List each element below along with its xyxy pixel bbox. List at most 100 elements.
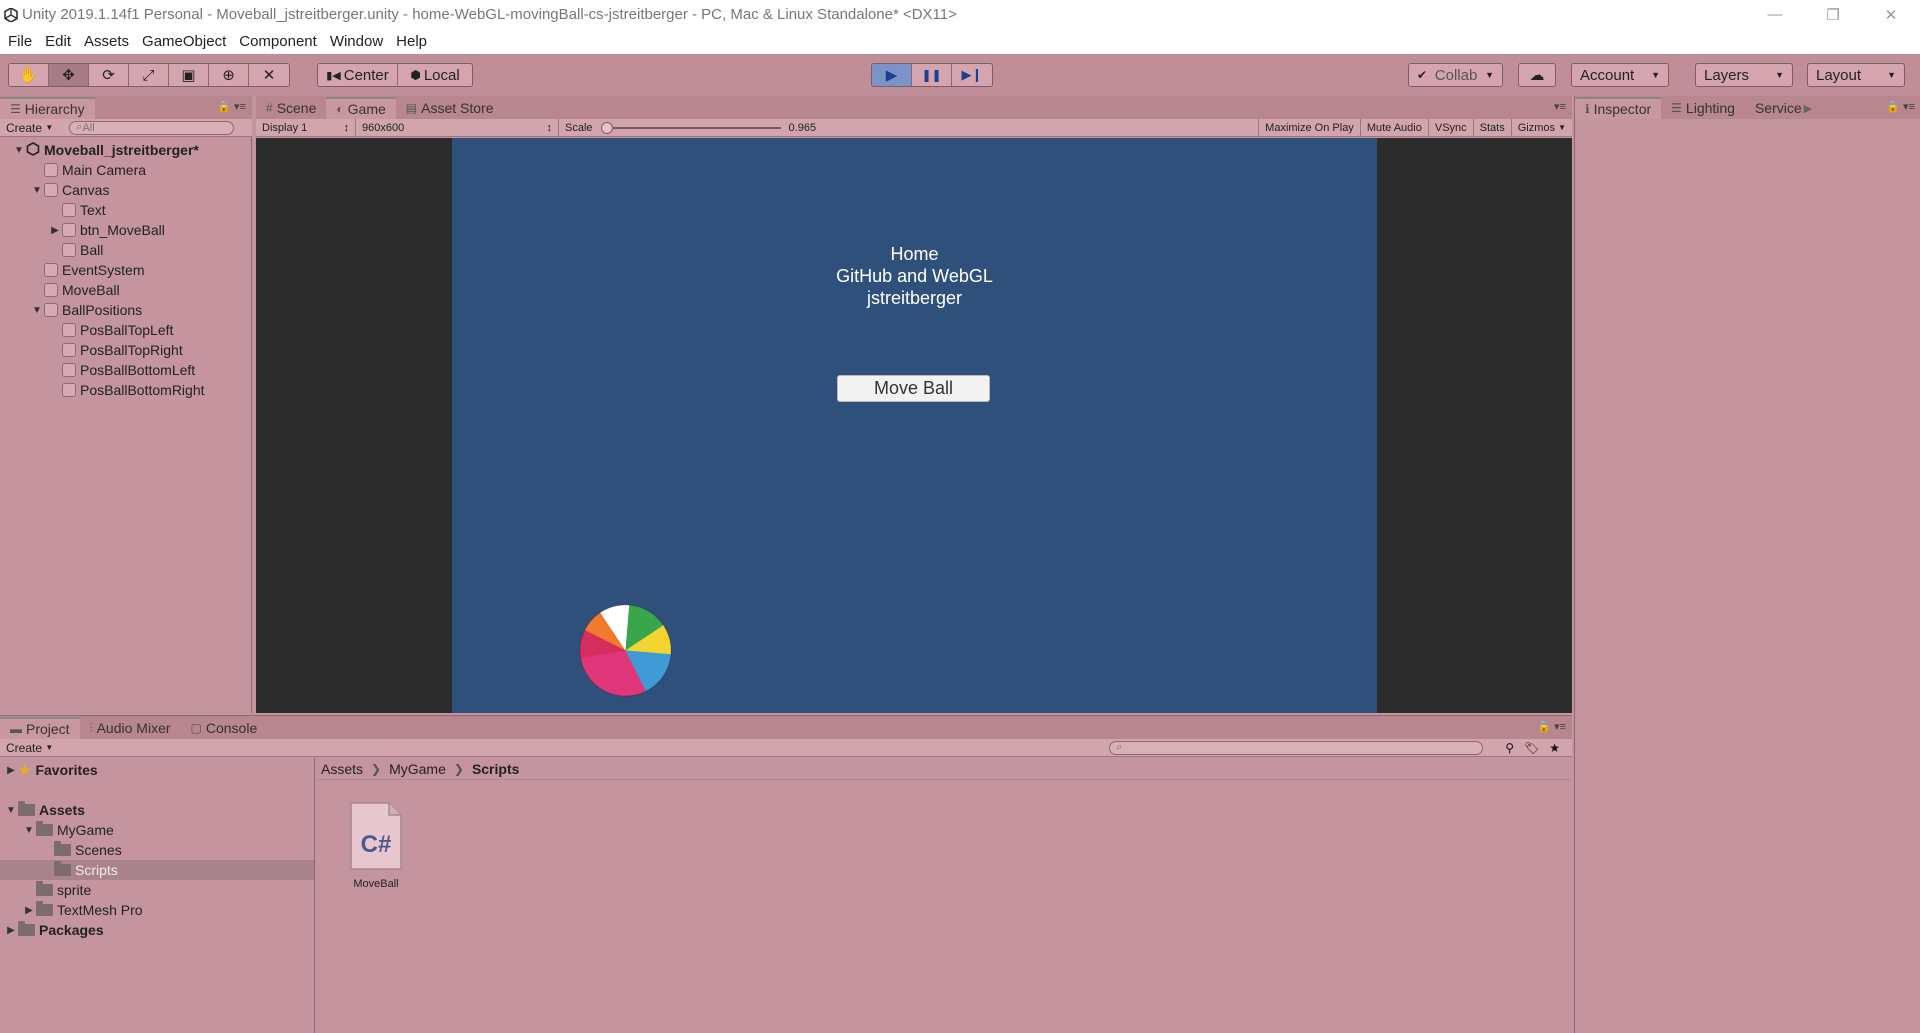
hierarchy-item[interactable]: PosBallTopRight: [0, 340, 252, 360]
collapse-arrow-icon[interactable]: ▶: [48, 225, 62, 236]
scene-root-item[interactable]: ▼ Moveball_jstreitberger*: [0, 140, 252, 160]
hierarchy-item[interactable]: ▶ btn_MoveBall: [0, 220, 252, 240]
project-create-dropdown[interactable]: Create ▼: [0, 741, 59, 755]
project-folder-item[interactable]: ▶ TextMesh Pro: [0, 900, 314, 920]
hierarchy-item[interactable]: PosBallTopLeft: [0, 320, 252, 340]
hierarchy-item[interactable]: MoveBall: [0, 280, 252, 300]
expand-arrow-icon[interactable]: ▼: [22, 825, 36, 836]
collab-dropdown[interactable]: ✔ Collab ▼: [1408, 63, 1503, 87]
display-dropdown[interactable]: Display 1 ↕: [256, 118, 356, 137]
tab-asset-store[interactable]: ▤ Asset Store: [396, 97, 504, 119]
hierarchy-panel: ☰ Hierarchy 🔒 ▾≡ Create ▼ ⌕ All ▼ Moveball…: [0, 96, 252, 713]
hierarchy-item[interactable]: Main Camera: [0, 160, 252, 180]
menu-edit[interactable]: Edit: [45, 33, 71, 50]
tab-project[interactable]: ▬ Project: [0, 717, 80, 739]
tab-console[interactable]: ▢ Console: [181, 717, 268, 739]
breadcrumb-assets[interactable]: Assets: [321, 761, 363, 777]
tab-hierarchy[interactable]: ☰ Hierarchy: [0, 97, 95, 119]
project-folder-item[interactable]: Scripts: [0, 860, 314, 880]
asset-label: MoveBall: [353, 878, 399, 890]
updown-arrow-icon: ↕: [343, 121, 350, 134]
move-ball-button[interactable]: Move Ball: [837, 375, 990, 402]
project-folder-item[interactable]: ▼ MyGame: [0, 820, 314, 840]
chevron-right-icon[interactable]: ▶: [1804, 102, 1812, 115]
cloud-button[interactable]: ☁: [1518, 63, 1556, 87]
hierarchy-item[interactable]: Ball: [0, 240, 252, 260]
asset-moveball[interactable]: C# MoveBall: [336, 801, 416, 890]
hierarchy-item[interactable]: ▼ Canvas: [0, 180, 252, 200]
project-folder-item[interactable]: ▼ Assets: [0, 800, 314, 820]
hand-tool-button[interactable]: ✋: [9, 64, 49, 86]
tab-scene[interactable]: # Scene: [256, 97, 326, 119]
collapse-arrow-icon[interactable]: ▶: [4, 765, 18, 776]
layers-dropdown[interactable]: Layers ▼: [1695, 63, 1793, 87]
layout-dropdown[interactable]: Layout ▼: [1807, 63, 1905, 87]
menu-file[interactable]: File: [8, 33, 32, 50]
menu-gameobject[interactable]: GameObject: [142, 33, 226, 50]
panel-menu-icon[interactable]: ▾≡: [1554, 100, 1566, 113]
tab-inspector[interactable]: ℹ Inspector: [1575, 97, 1662, 119]
menu-component[interactable]: Component: [239, 33, 317, 50]
project-search-input[interactable]: ⌕: [1109, 740, 1484, 755]
rotate-tool-button[interactable]: ⟳: [89, 64, 129, 86]
vsync-toggle[interactable]: VSync: [1429, 118, 1474, 137]
rect-icon: ▣: [181, 67, 196, 84]
step-button[interactable]: ▶❙: [952, 64, 992, 86]
favorite-star-icon[interactable]: ★: [1549, 741, 1560, 755]
mute-audio-toggle[interactable]: Mute Audio: [1361, 118, 1429, 137]
hierarchy-search-input[interactable]: ⌕ All: [69, 120, 235, 135]
expand-arrow-icon[interactable]: ▼: [4, 805, 18, 816]
minimize-button[interactable]: —: [1746, 0, 1804, 29]
project-folder-item[interactable]: Scenes: [0, 840, 314, 860]
rotate-icon: ⟳: [102, 67, 115, 84]
project-folder-item[interactable]: ▶ ★ Favorites: [0, 760, 314, 780]
project-folder-item[interactable]: ▶ Packages: [0, 920, 314, 940]
breadcrumb-mygame[interactable]: MyGame: [389, 761, 446, 777]
tab-game[interactable]: ◐ Game: [326, 97, 396, 119]
hierarchy-item[interactable]: Text: [0, 200, 252, 220]
local-button[interactable]: ⬢ Local: [398, 64, 472, 86]
custom-tool-button[interactable]: ✕: [249, 64, 289, 86]
play-button[interactable]: ▶: [872, 64, 912, 86]
slider-knob[interactable]: [600, 121, 613, 134]
tab-audio-mixer[interactable]: ⫶ Audio Mixer: [80, 717, 181, 739]
move-tool-button[interactable]: ✥: [49, 64, 89, 86]
scale-tool-button[interactable]: ⤢: [129, 64, 169, 86]
account-dropdown[interactable]: Account ▼: [1571, 63, 1669, 87]
expand-arrow-icon[interactable]: ▼: [12, 145, 26, 156]
menu-help[interactable]: Help: [396, 33, 427, 50]
project-folder-item[interactable]: sprite: [0, 880, 314, 900]
breadcrumb-scripts[interactable]: Scripts: [472, 761, 519, 777]
filter-by-type-icon[interactable]: ⚲: [1505, 741, 1514, 755]
lock-icon[interactable]: 🔒 ▾≡: [1537, 720, 1566, 733]
hierarchy-item-label: Ball: [80, 242, 104, 258]
hierarchy-item[interactable]: EventSystem: [0, 260, 252, 280]
lock-icon[interactable]: 🔒 ▾≡: [1886, 100, 1915, 113]
lock-icon[interactable]: 🔒 ▾≡: [217, 100, 246, 113]
stats-toggle[interactable]: Stats: [1474, 118, 1512, 137]
maximize-on-play-toggle[interactable]: Maximize On Play: [1258, 118, 1361, 137]
collapse-arrow-icon[interactable]: ▶: [22, 905, 36, 916]
hierarchy-item[interactable]: PosBallBottomLeft: [0, 360, 252, 380]
folder-icon: [54, 861, 71, 876]
menu-assets[interactable]: Assets: [84, 33, 129, 50]
transform-tool-button[interactable]: ⊕: [209, 64, 249, 86]
expand-arrow-icon[interactable]: ▼: [30, 305, 44, 316]
scale-slider[interactable]: [600, 121, 781, 134]
hierarchy-item[interactable]: PosBallBottomRight: [0, 380, 252, 400]
menu-window[interactable]: Window: [330, 33, 383, 50]
expand-arrow-icon[interactable]: ▼: [30, 185, 44, 196]
pause-button[interactable]: ❚❚: [912, 64, 952, 86]
tab-services[interactable]: Service ▶: [1745, 97, 1814, 119]
create-dropdown[interactable]: Create ▼: [0, 121, 59, 135]
center-button[interactable]: ▮◀ Center: [318, 64, 398, 86]
tab-lighting[interactable]: ☰ Lighting: [1661, 97, 1745, 119]
resolution-dropdown[interactable]: 960x600 ↕: [356, 118, 559, 137]
restore-button[interactable]: ❐: [1804, 0, 1862, 29]
filter-by-label-icon[interactable]: 🏷: [1524, 741, 1539, 755]
gizmos-dropdown[interactable]: Gizmos ▼: [1512, 119, 1572, 137]
close-button[interactable]: ✕: [1862, 0, 1920, 29]
collapse-arrow-icon[interactable]: ▶: [4, 925, 18, 936]
hierarchy-item[interactable]: ▼ BallPositions: [0, 300, 252, 320]
rect-tool-button[interactable]: ▣: [169, 64, 209, 86]
